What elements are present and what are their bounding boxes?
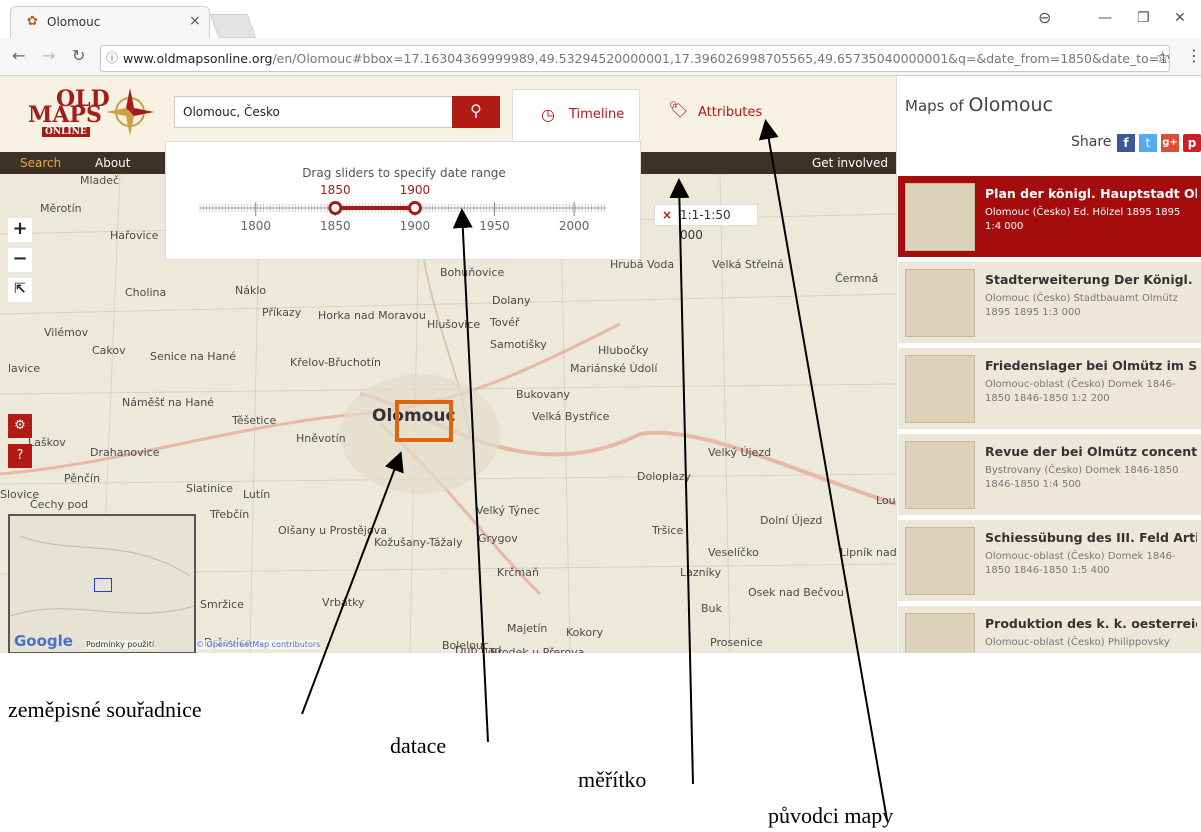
arrow-coordinates: [301, 451, 404, 715]
annotation-scale: měřítko: [578, 767, 647, 792]
arrow-scale: [669, 178, 694, 785]
arrow-dating: [452, 208, 489, 743]
arrow-authors: [758, 119, 888, 821]
annotation-coordinates: zeměpisné souřadnice: [8, 697, 202, 722]
annotation-authors: původci mapy: [768, 803, 894, 828]
annotation-dating: datace: [390, 733, 447, 758]
